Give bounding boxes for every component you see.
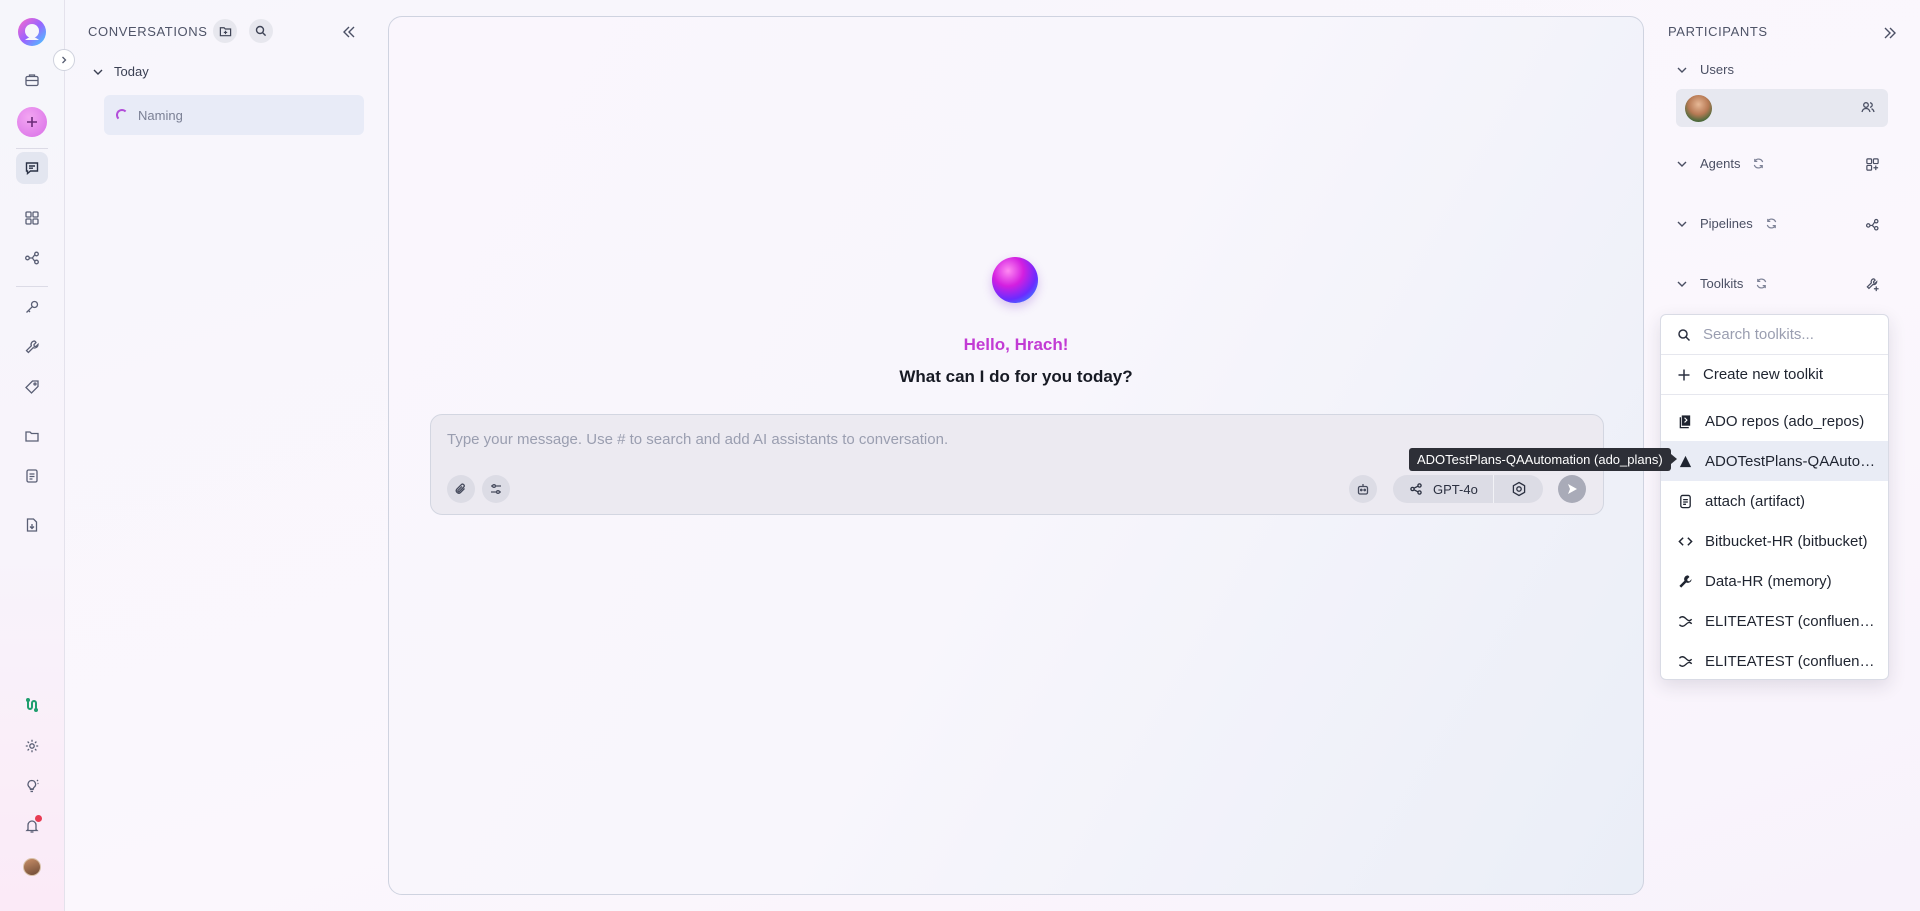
- model-selector: GPT-4o: [1393, 475, 1543, 503]
- repo-icon: [1677, 413, 1693, 429]
- folder-icon[interactable]: [16, 420, 48, 452]
- bell-icon[interactable]: [16, 810, 48, 842]
- toolkit-item[interactable]: Bitbucket-HR (bitbucket): [1661, 521, 1888, 561]
- confluence-icon: [1677, 653, 1693, 669]
- plus-icon: [1678, 369, 1690, 380]
- wrench-icon: [1677, 573, 1693, 589]
- artifact-icon: [1677, 493, 1693, 509]
- section-agents[interactable]: Agents: [1676, 156, 1765, 171]
- add-pipeline-icon[interactable]: [1862, 214, 1882, 234]
- conversations-title: CONVERSATIONS: [88, 24, 208, 39]
- wrench-icon[interactable]: [16, 331, 48, 363]
- message-input[interactable]: [447, 427, 1547, 451]
- briefcase-icon[interactable]: [16, 64, 48, 96]
- app-logo[interactable]: [14, 14, 50, 50]
- model-settings-button[interactable]: [1494, 475, 1543, 503]
- notification-dot: [35, 815, 42, 822]
- participants-title: PARTICIPANTS: [1668, 24, 1768, 39]
- greeting-question: What can I do for you today?: [899, 367, 1133, 386]
- greeting: Hello, Hrach!: [963, 335, 1069, 354]
- ado-plans-icon: [1677, 453, 1693, 469]
- conversations-panel: CONVERSATIONS Today Naming: [66, 0, 376, 911]
- toolkit-tooltip: ADOTestPlans-QAAutomation (ado_plans): [1409, 448, 1677, 471]
- code-icon: [1677, 533, 1693, 549]
- chevron-down-icon: [1677, 161, 1687, 167]
- refresh-icon[interactable]: [1755, 277, 1768, 290]
- user-switch-icon[interactable]: [1860, 99, 1878, 117]
- toolkit-search-input[interactable]: [1703, 326, 1873, 343]
- toolkit-item[interactable]: ELITEATEST (confluence): [1661, 601, 1888, 641]
- profile-avatar[interactable]: [16, 851, 48, 883]
- create-toolkit-button[interactable]: Create new toolkit: [1661, 355, 1888, 395]
- chevron-down-icon: [1677, 221, 1687, 227]
- grid-icon[interactable]: [16, 202, 48, 234]
- confluence-icon: [1677, 613, 1693, 629]
- add-agent-icon[interactable]: [1862, 154, 1882, 174]
- section-pipelines[interactable]: Pipelines: [1676, 216, 1778, 231]
- file-export-icon[interactable]: [16, 509, 48, 541]
- chevron-down-icon: [1677, 281, 1687, 287]
- gear-icon[interactable]: [16, 730, 48, 762]
- sliders-icon: [491, 483, 501, 495]
- new-folder-button[interactable]: [213, 19, 237, 43]
- send-arrow-icon: [1568, 484, 1577, 494]
- toolkit-item[interactable]: ADO repos (ado_repos): [1661, 401, 1888, 441]
- collapse-participants-icon[interactable]: [1879, 22, 1901, 44]
- model-select-button[interactable]: GPT-4o: [1393, 475, 1493, 503]
- tag-icon[interactable]: [16, 371, 48, 403]
- participants-panel: PARTICIPANTS Users Agents Pipelines Tool…: [1652, 0, 1920, 911]
- group-today[interactable]: Today: [92, 64, 149, 79]
- document-icon[interactable]: [16, 460, 48, 492]
- new-chat-plus-icon[interactable]: [17, 107, 47, 137]
- flow-icon[interactable]: [16, 242, 48, 274]
- agent-button[interactable]: [1349, 475, 1377, 503]
- bulb-icon[interactable]: [16, 770, 48, 802]
- toolkit-dropdown: Create new toolkit ADO repos (ado_repos)…: [1660, 314, 1889, 680]
- section-toolkits-label: Toolkits: [1700, 276, 1744, 291]
- attach-button[interactable]: [447, 475, 475, 503]
- loading-spinner-icon: [116, 109, 128, 121]
- user-avatar: [1685, 95, 1712, 122]
- collapse-conversations-icon[interactable]: [338, 21, 360, 43]
- gear-icon: [1512, 481, 1525, 497]
- toolkit-item[interactable]: ADOTestPlans-QAAutomation (ado_plans): [1661, 441, 1888, 481]
- integration-icon[interactable]: [16, 689, 48, 721]
- section-toolkits[interactable]: Toolkits: [1676, 276, 1768, 291]
- send-button[interactable]: [1558, 475, 1586, 503]
- refresh-icon[interactable]: [1752, 157, 1765, 170]
- refresh-icon[interactable]: [1765, 217, 1778, 230]
- search-conversations-button[interactable]: [249, 19, 273, 43]
- group-label: Today: [114, 64, 149, 79]
- assistant-orb-logo: [992, 257, 1038, 303]
- section-pipelines-label: Pipelines: [1700, 216, 1753, 231]
- toolkit-item[interactable]: Data-HR (memory): [1661, 561, 1888, 601]
- share-nodes-icon: [1410, 483, 1422, 495]
- create-toolkit-label: Create new toolkit: [1703, 366, 1824, 383]
- settings-sliders-button[interactable]: [482, 475, 510, 503]
- user-participant-card[interactable]: [1676, 89, 1888, 127]
- section-users[interactable]: Users: [1676, 62, 1734, 77]
- toolkit-list: ADO repos (ado_repos) ADOTestPlans-QAAut…: [1661, 395, 1888, 679]
- expand-rail-button[interactable]: [53, 49, 75, 71]
- robot-icon: [1357, 484, 1369, 495]
- toolkit-search: [1661, 315, 1888, 355]
- left-rail: [0, 0, 65, 911]
- chevron-down-icon: [1677, 67, 1687, 73]
- section-users-label: Users: [1700, 62, 1734, 77]
- paperclip-icon: [455, 483, 465, 494]
- toolkit-item[interactable]: attach (artifact): [1661, 481, 1888, 521]
- section-agents-label: Agents: [1700, 156, 1741, 171]
- toolkit-item[interactable]: ELITEATEST (confluence): [1661, 641, 1888, 679]
- model-label: GPT-4o: [1433, 481, 1478, 497]
- add-toolkit-icon[interactable]: [1862, 274, 1882, 294]
- search-icon: [1678, 328, 1691, 341]
- chat-icon[interactable]: [16, 152, 48, 184]
- chevron-down-icon: [93, 69, 103, 75]
- key-icon[interactable]: [16, 291, 48, 323]
- conversation-item[interactable]: Naming: [104, 95, 364, 135]
- conversation-item-label: Naming: [138, 107, 183, 123]
